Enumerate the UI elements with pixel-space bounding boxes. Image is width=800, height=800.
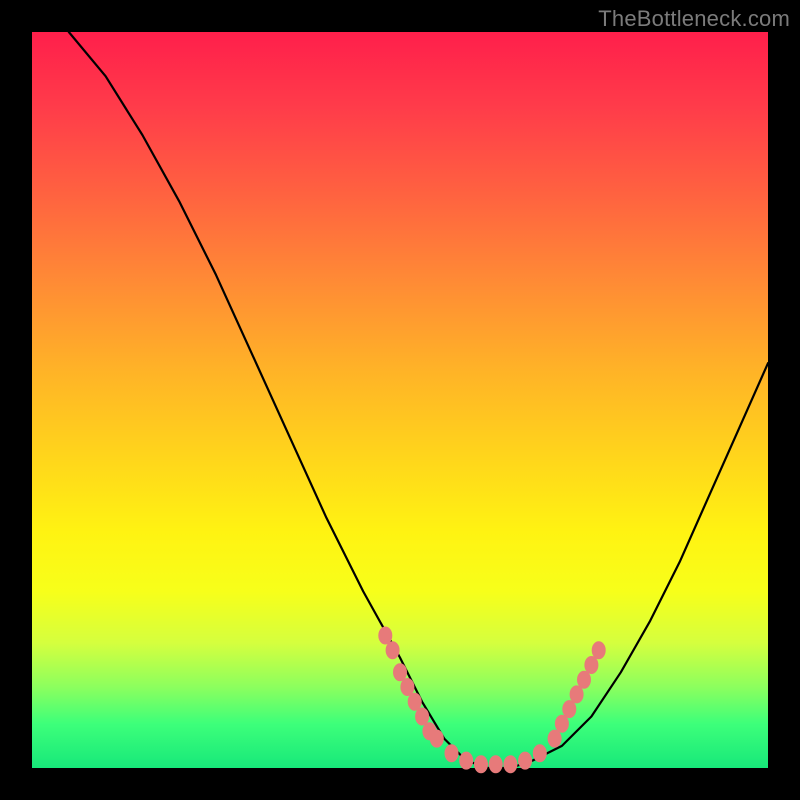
highlight-dot (474, 755, 488, 773)
highlight-dot (445, 744, 459, 762)
highlight-dot (592, 641, 606, 659)
curve-svg (32, 32, 768, 768)
highlight-dot (548, 730, 562, 748)
highlight-dot (386, 641, 400, 659)
highlight-dot (503, 755, 517, 773)
watermark-label: TheBottleneck.com (598, 6, 790, 32)
highlight-dot (518, 752, 532, 770)
highlight-dot (533, 744, 547, 762)
chart-frame: TheBottleneck.com (0, 0, 800, 800)
highlight-dot (400, 678, 414, 696)
highlight-dot (489, 755, 503, 773)
highlight-dots (378, 627, 605, 774)
plot-area (32, 32, 768, 768)
highlight-dot (584, 656, 598, 674)
highlight-dot (430, 730, 444, 748)
highlight-dot (459, 752, 473, 770)
bottleneck-curve (69, 32, 768, 768)
